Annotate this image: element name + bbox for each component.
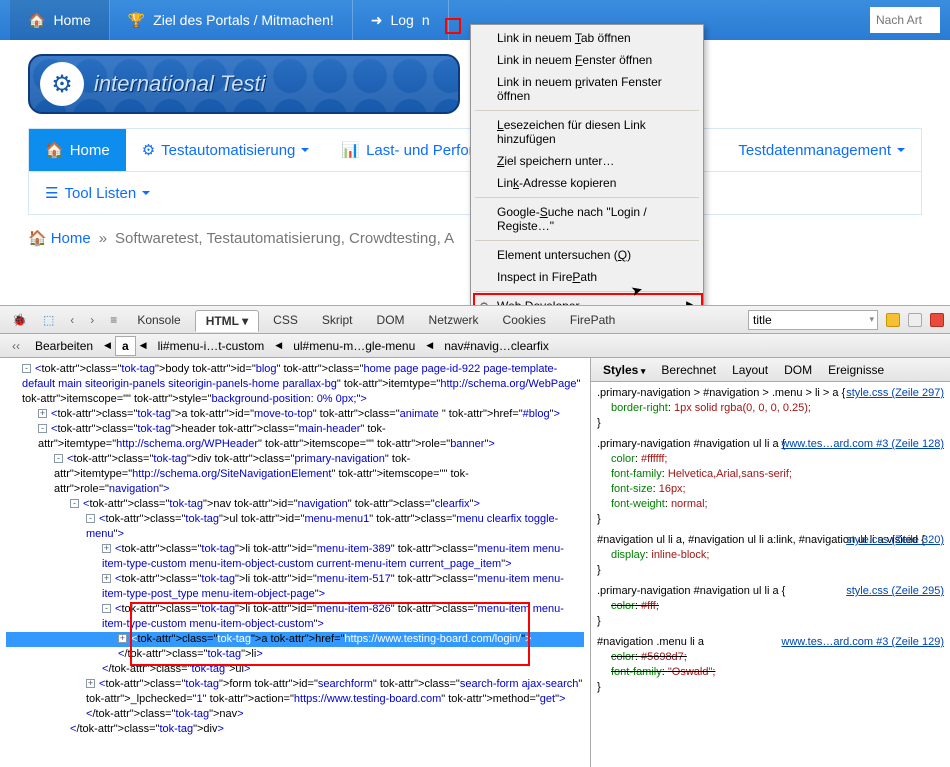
firebug-icon[interactable]: 🐞 — [6, 311, 33, 329]
layout-tab[interactable]: Layout — [724, 360, 776, 380]
main-nav-home[interactable]: 🏠Home — [29, 129, 126, 171]
cm-bookmark-link[interactable]: Lesezeichen für diesen Link hinzufügen — [473, 114, 701, 150]
devtools-search-input[interactable] — [748, 310, 878, 330]
tab-css[interactable]: CSS — [263, 310, 308, 330]
crumb-li[interactable]: li#menu-i…t-custom — [151, 336, 272, 356]
cm-google-search[interactable]: Google-Suche nach "Login / Registe…" — [473, 201, 701, 237]
tab-skript[interactable]: Skript — [312, 310, 363, 330]
dom-tab[interactable]: DOM — [776, 360, 820, 380]
breadcrumb-path: Softwaretest, Testautomatisierung, Crowd… — [115, 230, 454, 247]
tab-html[interactable]: HTML ▾ — [195, 310, 259, 332]
styles-panel: Styles Berechnet Layout DOM Ereignisse s… — [590, 358, 950, 767]
crumb-ul[interactable]: ul#menu-m…gle-menu — [286, 336, 422, 356]
inspect-tool-icon[interactable]: ⬚ — [37, 311, 60, 329]
chevron-down-icon[interactable]: ▾ — [869, 314, 874, 325]
cm-inspect-firepath[interactable]: Inspect in FirePath — [473, 266, 701, 288]
tab-firepath[interactable]: FirePath — [560, 310, 625, 330]
bars-icon: 📊 — [341, 141, 360, 159]
trophy-icon: 🏆 — [128, 12, 145, 29]
computed-tab[interactable]: Berechnet — [653, 360, 724, 380]
nav-fwd-icon[interactable]: › — [84, 311, 100, 329]
cm-open-new-window[interactable]: Link in neuem Fenster öffnen — [473, 49, 701, 71]
top-search-input[interactable] — [870, 7, 940, 33]
nav-back-icon[interactable]: ‹ — [64, 311, 80, 329]
devtools-subtoolbar: ‹‹ Bearbeiten ◀ a ◀ li#menu-i…t-custom ◀… — [0, 334, 950, 358]
breadcrumb-home[interactable]: 🏠Home — [28, 229, 91, 247]
close-button[interactable] — [930, 313, 944, 327]
top-nav-home[interactable]: 🏠Home — [10, 0, 110, 40]
gears-icon: ⚙ — [142, 141, 155, 159]
tab-netzwerk[interactable]: Netzwerk — [419, 310, 489, 330]
top-nav-portal[interactable]: 🏆Ziel des Portals / Mitmachen! — [110, 0, 353, 40]
reload-icon[interactable]: ≡ — [104, 311, 123, 329]
events-tab[interactable]: Ereignisse — [820, 360, 892, 380]
login-icon: ➜ — [371, 12, 383, 29]
site-banner: ⚙ internationalTesti — [28, 54, 460, 114]
home-icon: 🏠 — [45, 141, 64, 159]
top-nav-login[interactable]: ➜Logn — [353, 0, 449, 40]
styles-rules[interactable]: style.css (Zeile 297).primary-navigation… — [591, 382, 950, 767]
popout-button[interactable] — [908, 313, 922, 327]
crumb-a[interactable]: a — [115, 336, 136, 356]
cm-open-new-tab[interactable]: Link in neuem Tab öffnen — [473, 27, 701, 49]
home-icon: 🏠 — [28, 229, 47, 247]
inspect-target-highlight — [445, 18, 461, 34]
tab-cookies[interactable]: Cookies — [493, 310, 556, 330]
html-tree-panel[interactable]: -<tok-attr">class="tok-tag">body tok-att… — [0, 358, 590, 741]
styles-tab[interactable]: Styles — [595, 360, 653, 380]
firebug-panel: 🐞 ⬚ ‹ › ≡ Konsole HTML ▾ CSS Skript DOM … — [0, 305, 950, 767]
devtools-toolbar: 🐞 ⬚ ‹ › ≡ Konsole HTML ▾ CSS Skript DOM … — [0, 306, 950, 334]
home-icon: 🏠 — [28, 12, 45, 29]
cm-inspect-element[interactable]: Element untersuchen (Q) — [473, 244, 701, 266]
main-nav-tdm[interactable]: Testdatenmanagement — [722, 129, 921, 171]
cm-open-private[interactable]: Link in neuem privaten Fenster öffnen — [473, 71, 701, 107]
logo-icon: ⚙ — [40, 62, 84, 106]
cm-copy-link[interactable]: Link-Adresse kopieren — [473, 172, 701, 194]
tab-dom[interactable]: DOM — [367, 310, 415, 330]
tab-konsole[interactable]: Konsole — [127, 310, 190, 330]
list-icon: ☰ — [45, 184, 58, 202]
context-menu: Link in neuem Tab öffnen Link in neuem F… — [470, 24, 704, 342]
crumb-nav[interactable]: nav#navig…clearfix — [437, 336, 556, 356]
chevron-left-icon[interactable]: ‹‹ — [6, 337, 26, 355]
cm-save-target[interactable]: Ziel speichern unter… — [473, 150, 701, 172]
minimize-button[interactable] — [886, 313, 900, 327]
main-nav-automation[interactable]: ⚙Testautomatisierung — [126, 129, 326, 171]
edit-button[interactable]: Bearbeiten — [28, 336, 100, 356]
